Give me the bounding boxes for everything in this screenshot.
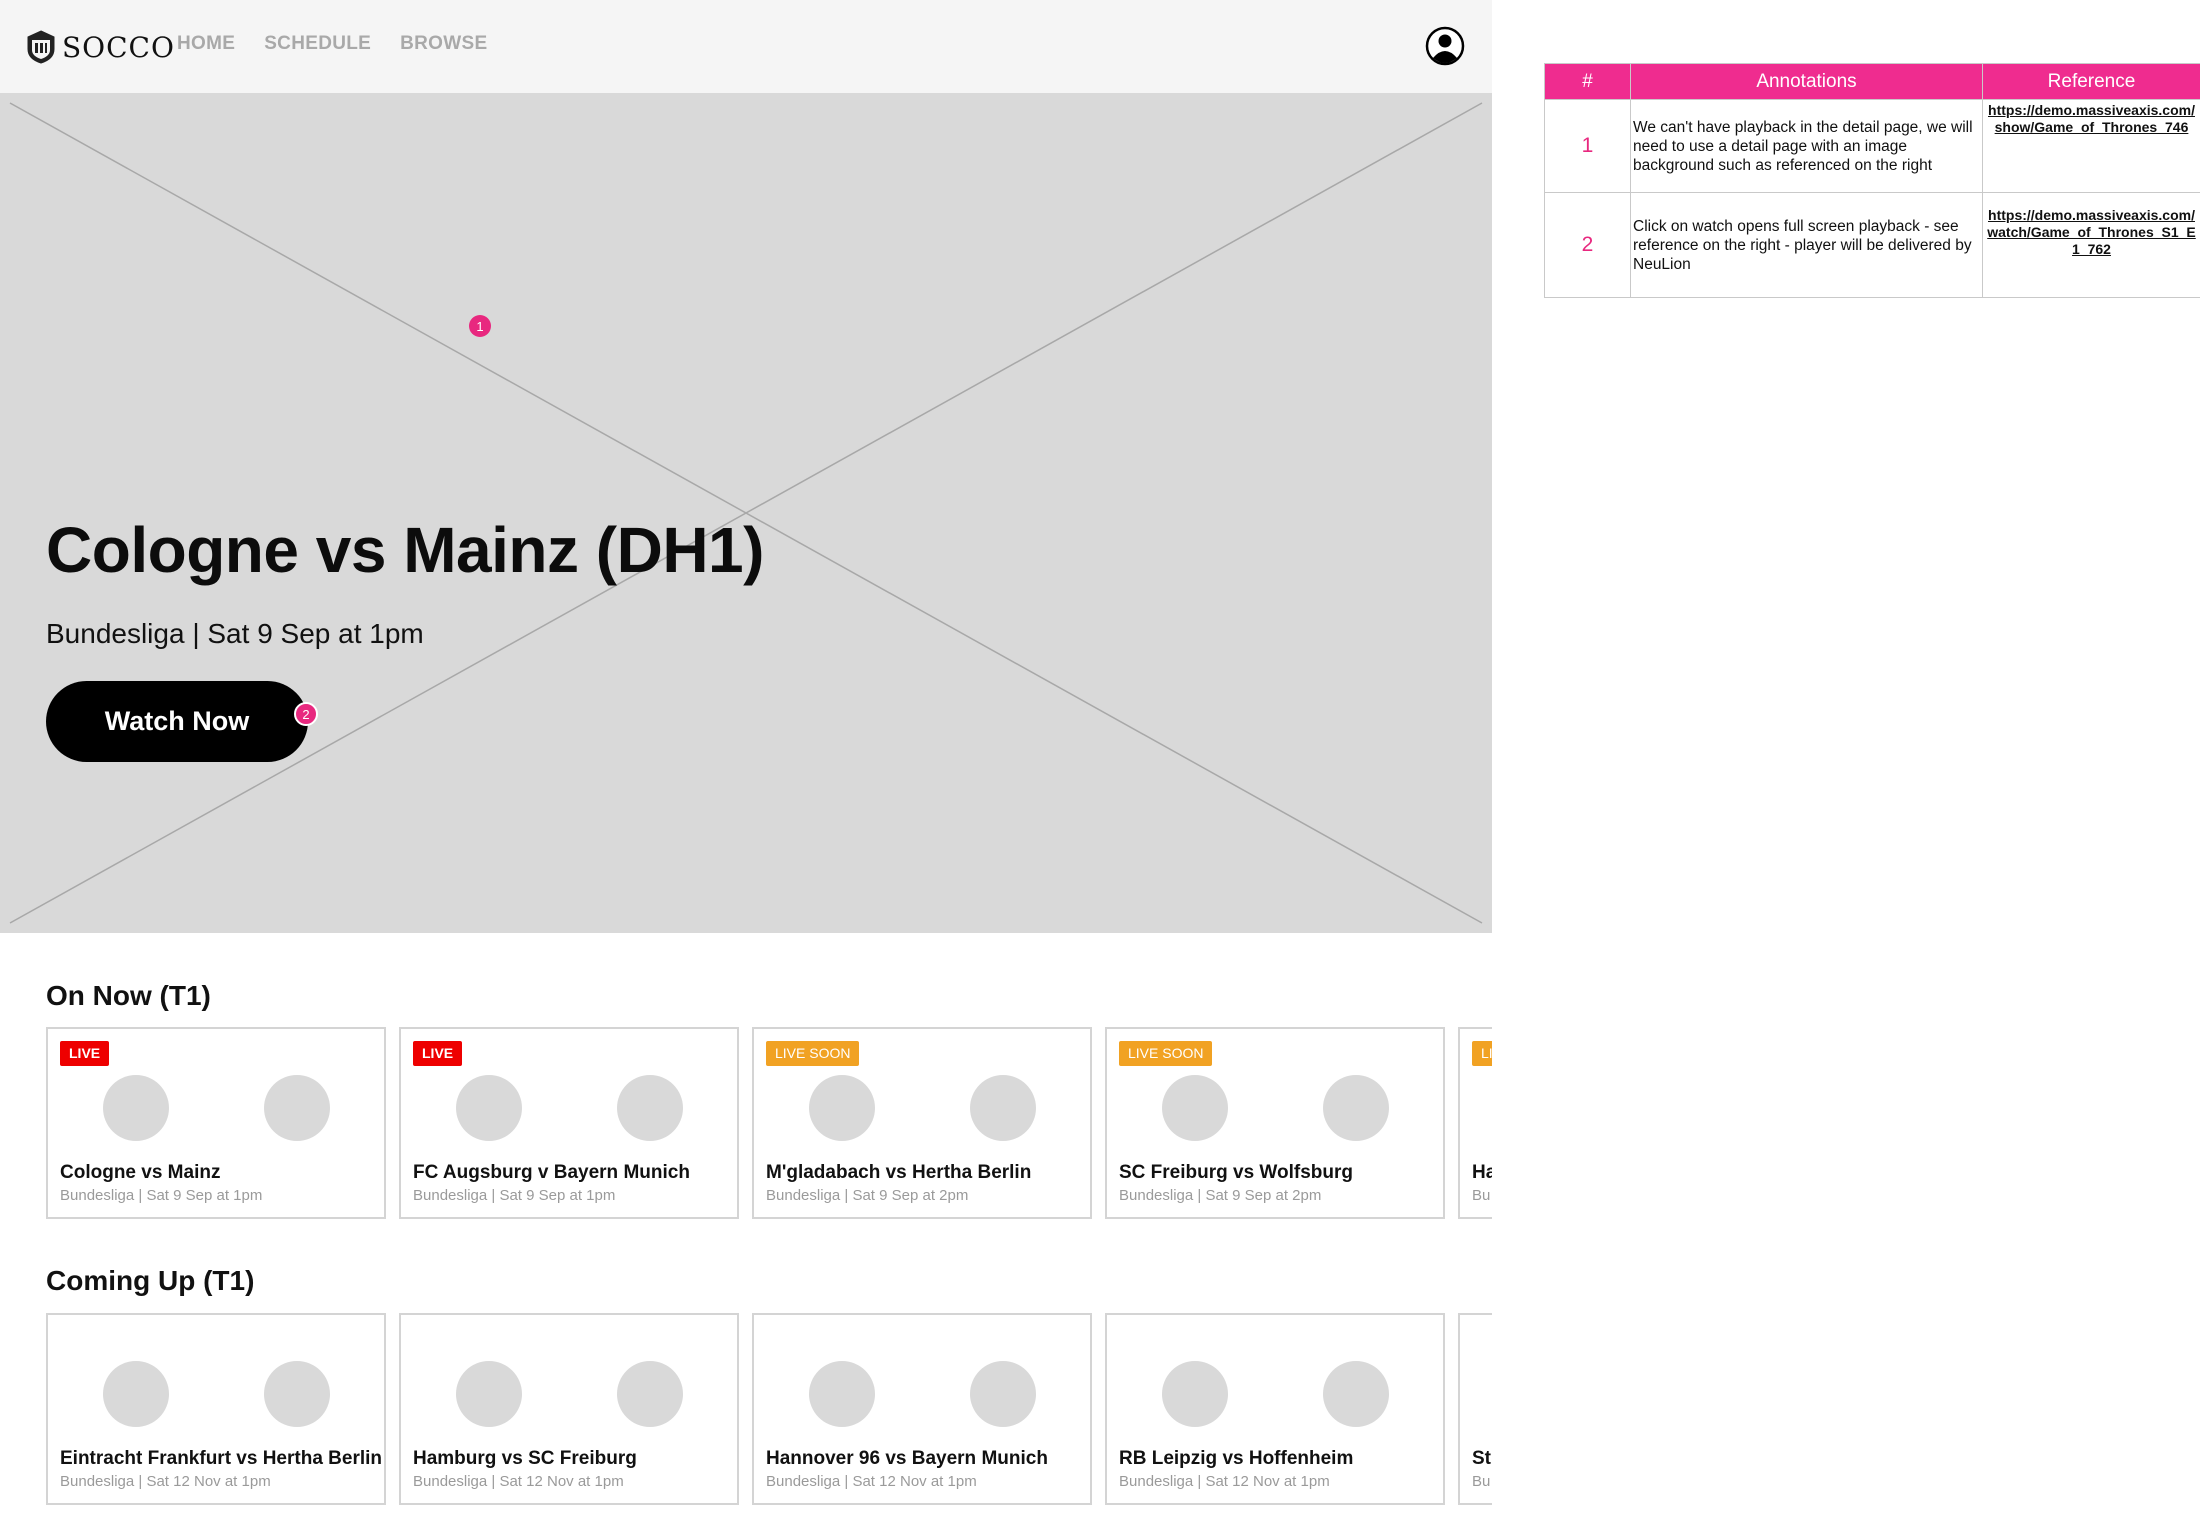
hero-title: Cologne vs Mainz (DH1): [46, 514, 764, 586]
card-subtitle: Bundesliga | Sat 9 Sep at 1pm: [60, 1187, 263, 1204]
hero-banner: 1 Cologne vs Mainz (DH1) Bundesliga | Sa…: [0, 93, 1492, 933]
watch-now-button[interactable]: Watch Now: [46, 681, 308, 762]
team-logo-placeholder: [264, 1361, 330, 1427]
card-subtitle: Bundesliga | Sat 12 Nov at 1pm: [1119, 1473, 1330, 1490]
logo[interactable]: SOCCO: [26, 29, 175, 65]
card-subtitle: Bundesliga | Sat 12 Nov at 1pm: [413, 1473, 624, 1490]
annotation-marker-2: 2: [294, 702, 318, 726]
live-soon-badge: LI: [1472, 1041, 1492, 1066]
card-title: Eintracht Frankfurt vs Hertha Berlin: [60, 1448, 383, 1469]
match-card[interactable]: LIVE FC Augsburg v Bayern Munich Bundesl…: [399, 1027, 739, 1219]
main-nav: HOME SCHEDULE BROWSE: [177, 33, 487, 55]
annotation-text: We can't have playback in the detail pag…: [1630, 99, 1983, 193]
profile-avatar-icon[interactable]: [1425, 26, 1465, 66]
team-logo-placeholder: [456, 1361, 522, 1427]
team-logo-placeholder: [1323, 1361, 1389, 1427]
reference-link[interactable]: https://demo.massiveaxis.com/watch/Game_…: [1982, 192, 2200, 298]
card-title: RB Leipzig vs Hoffenheim: [1119, 1448, 1354, 1469]
team-logo-placeholder: [1162, 1075, 1228, 1141]
live-soon-badge: LIVE SOON: [1119, 1041, 1213, 1066]
annotation-row: 1 We can't have playback in the detail p…: [1544, 99, 2200, 193]
live-badge: LIVE: [60, 1041, 110, 1066]
live-soon-badge: LIVE SOON: [766, 1041, 860, 1066]
card-subtitle: Bundesliga | Sat 9 Sep at 2pm: [1119, 1187, 1322, 1204]
nav-browse[interactable]: BROWSE: [400, 33, 487, 55]
match-card[interactable]: LIVE SOON SC Freiburg vs Wolfsburg Bunde…: [1105, 1027, 1445, 1219]
match-card-partial[interactable]: LI Ha Bu: [1458, 1027, 1492, 1219]
card-title: SC Freiburg vs Wolfsburg: [1119, 1162, 1354, 1183]
card-subtitle: Bundesliga | Sat 9 Sep at 2pm: [766, 1187, 969, 1204]
card-title: Cologne vs Mainz: [60, 1162, 221, 1183]
match-card-partial[interactable]: St Bu: [1458, 1313, 1492, 1505]
card-subtitle: Bu: [1472, 1473, 1491, 1490]
nav-schedule[interactable]: SCHEDULE: [264, 33, 371, 55]
annotation-number: 1: [1544, 99, 1631, 193]
section-title-on-now: On Now (T1): [46, 980, 211, 1011]
top-navbar: SOCCO HOME SCHEDULE BROWSE: [0, 0, 1492, 94]
annotation-header-row: # Annotations Reference: [1544, 63, 2200, 100]
card-subtitle: Bu: [1472, 1187, 1491, 1204]
on-now-row: LIVE Cologne vs Mainz Bundesliga | Sat 9…: [46, 1027, 1492, 1219]
match-card[interactable]: Hamburg vs SC Freiburg Bundesliga | Sat …: [399, 1313, 739, 1505]
team-logo-placeholder: [970, 1361, 1036, 1427]
team-logo-placeholder: [970, 1075, 1036, 1141]
team-logo-placeholder: [103, 1361, 169, 1427]
annotation-panel: # Annotations Reference 1 We can't have …: [1544, 63, 2200, 298]
logo-text: SOCCO: [62, 30, 175, 64]
card-title: Ha: [1472, 1162, 1492, 1183]
match-card[interactable]: LIVE Cologne vs Mainz Bundesliga | Sat 9…: [46, 1027, 386, 1219]
team-logo-placeholder: [809, 1361, 875, 1427]
team-logo-placeholder: [809, 1075, 875, 1141]
hero-subtitle: Bundesliga | Sat 9 Sep at 1pm: [46, 618, 424, 649]
nav-home[interactable]: HOME: [177, 33, 235, 55]
coming-up-row: Eintracht Frankfurt vs Hertha Berlin Bun…: [46, 1313, 1492, 1505]
match-card[interactable]: Eintracht Frankfurt vs Hertha Berlin Bun…: [46, 1313, 386, 1505]
card-title: St: [1472, 1448, 1491, 1469]
annotation-number: 2: [1544, 192, 1631, 298]
live-badge: LIVE: [413, 1041, 463, 1066]
team-logo-placeholder: [456, 1075, 522, 1141]
team-logo-placeholder: [1162, 1361, 1228, 1427]
card-title: FC Augsburg v Bayern Munich: [413, 1162, 690, 1183]
card-subtitle: Bundesliga | Sat 12 Nov at 1pm: [60, 1473, 271, 1490]
team-logo-placeholder: [617, 1075, 683, 1141]
section-title-coming-up: Coming Up (T1): [46, 1265, 255, 1296]
annotation-text: Click on watch opens full screen playbac…: [1630, 192, 1983, 298]
card-title: Hannover 96 vs Bayern Munich: [766, 1448, 1048, 1469]
match-card[interactable]: RB Leipzig vs Hoffenheim Bundesliga | Sa…: [1105, 1313, 1445, 1505]
annotation-row: 2 Click on watch opens full screen playb…: [1544, 192, 2200, 298]
card-subtitle: Bundesliga | Sat 9 Sep at 1pm: [413, 1187, 616, 1204]
header-number: #: [1544, 63, 1631, 100]
header-annotations: Annotations: [1630, 63, 1983, 100]
team-logo-placeholder: [617, 1361, 683, 1427]
shield-logo-icon: [27, 30, 55, 64]
reference-link[interactable]: https://demo.massiveaxis.com/show/Game_o…: [1982, 99, 2200, 193]
team-logo-placeholder: [264, 1075, 330, 1141]
match-card[interactable]: Hannover 96 vs Bayern Munich Bundesliga …: [752, 1313, 1092, 1505]
team-logo-placeholder: [103, 1075, 169, 1141]
team-logo-placeholder: [1323, 1075, 1389, 1141]
annotation-marker-1: 1: [469, 315, 491, 337]
card-subtitle: Bundesliga | Sat 12 Nov at 1pm: [766, 1473, 977, 1490]
wireframe-frame: SOCCO HOME SCHEDULE BROWSE 1 Cologne vs …: [0, 0, 1492, 1515]
card-title: Hamburg vs SC Freiburg: [413, 1448, 637, 1469]
annotation-table: # Annotations Reference 1 We can't have …: [1544, 63, 2200, 298]
header-reference: Reference: [1982, 63, 2200, 100]
card-title: M'gladabach vs Hertha Berlin: [766, 1162, 1032, 1183]
match-card[interactable]: LIVE SOON M'gladabach vs Hertha Berlin B…: [752, 1027, 1092, 1219]
